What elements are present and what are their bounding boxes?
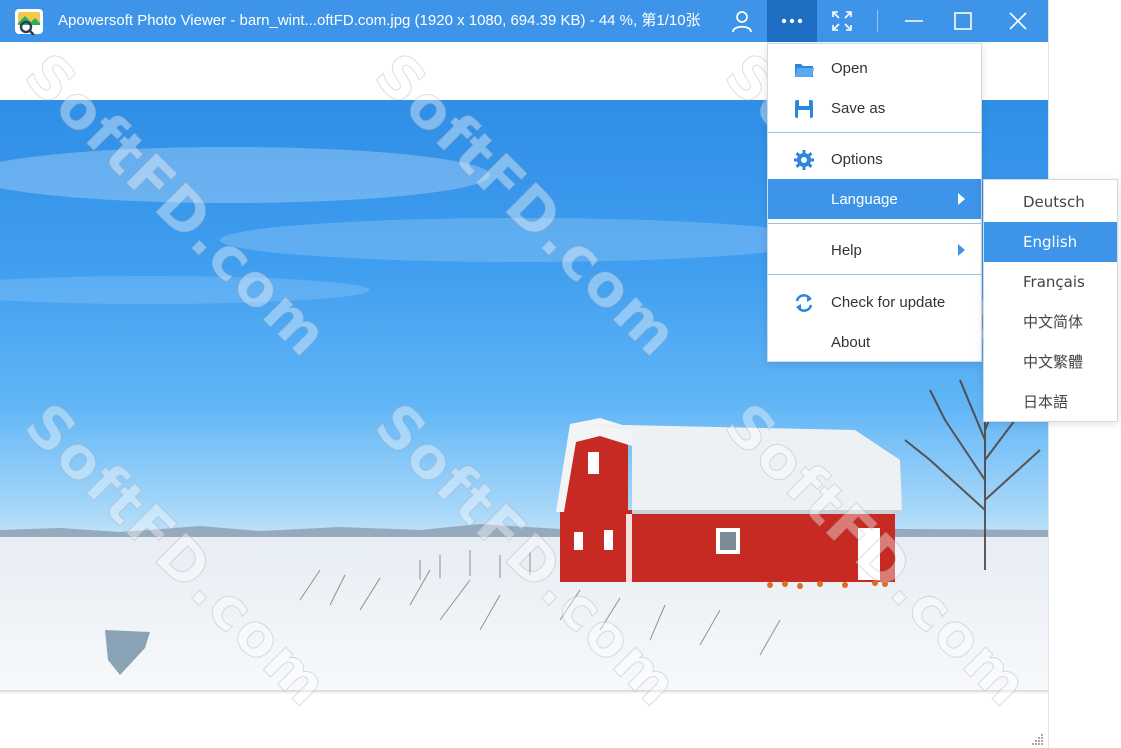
menu-item-label: About [831,333,871,351]
maximize-button[interactable] [938,0,988,42]
language-submenu: Deutsch English Français 中文简体 中文繁體 日本語 [983,179,1118,422]
close-button[interactable] [993,0,1043,42]
fullscreen-button[interactable] [817,0,867,42]
menu-item-label: Options [831,150,883,168]
menu-separator [768,223,981,224]
language-option-chinese-simplified[interactable]: 中文简体 [984,302,1117,342]
resize-grip-icon[interactable] [1032,733,1044,745]
language-option-deutsch[interactable]: Deutsch [984,182,1117,222]
language-option-chinese-traditional[interactable]: 中文繁體 [984,342,1117,382]
menu-item-check-for-update[interactable]: Check for update [768,282,981,322]
menu-item-options[interactable]: Options [768,139,981,179]
app-logo-icon [14,6,44,36]
refresh-icon [795,294,813,312]
user-icon [732,11,752,33]
language-option-japanese[interactable]: 日本語 [984,382,1117,422]
menu-item-label: Open [831,59,868,77]
menu-item-help[interactable]: Help [768,230,981,270]
gear-icon [794,150,814,170]
language-option-francais[interactable]: Français [984,262,1117,302]
submenu-arrow-icon [958,193,965,205]
more-icon [781,18,803,24]
minimize-button[interactable] [889,0,939,42]
fullscreen-icon [832,11,852,31]
save-icon [795,100,813,118]
menu-item-save-as[interactable]: Save as [768,88,981,128]
language-option-english[interactable]: English [984,222,1117,262]
menu-item-label: Help [831,241,862,259]
close-icon [1009,12,1027,30]
menu-item-label: Check for update [831,293,946,311]
window-title: Apowersoft Photo Viewer - barn_wint...of… [58,12,701,29]
menu-item-label: Save as [831,99,886,117]
more-button[interactable] [767,0,817,42]
more-menu: Open Save as Options Language Help Check… [767,43,982,362]
menu-item-label: Language [831,190,898,208]
title-bar: Apowersoft Photo Viewer - barn_wint...of… [0,0,1048,42]
user-button[interactable] [717,0,767,42]
titlebar-divider [877,10,878,32]
menu-separator [768,274,981,275]
menu-separator [768,132,981,133]
maximize-icon [954,12,972,30]
menu-item-about[interactable]: About [768,322,981,362]
menu-item-language[interactable]: Language [768,179,981,219]
menu-item-open[interactable]: Open [768,48,981,88]
minimize-icon [905,20,923,22]
viewer-bottom-area [0,694,1048,748]
folder-icon [795,64,814,77]
submenu-arrow-icon [958,244,965,256]
red-barn [556,418,902,582]
